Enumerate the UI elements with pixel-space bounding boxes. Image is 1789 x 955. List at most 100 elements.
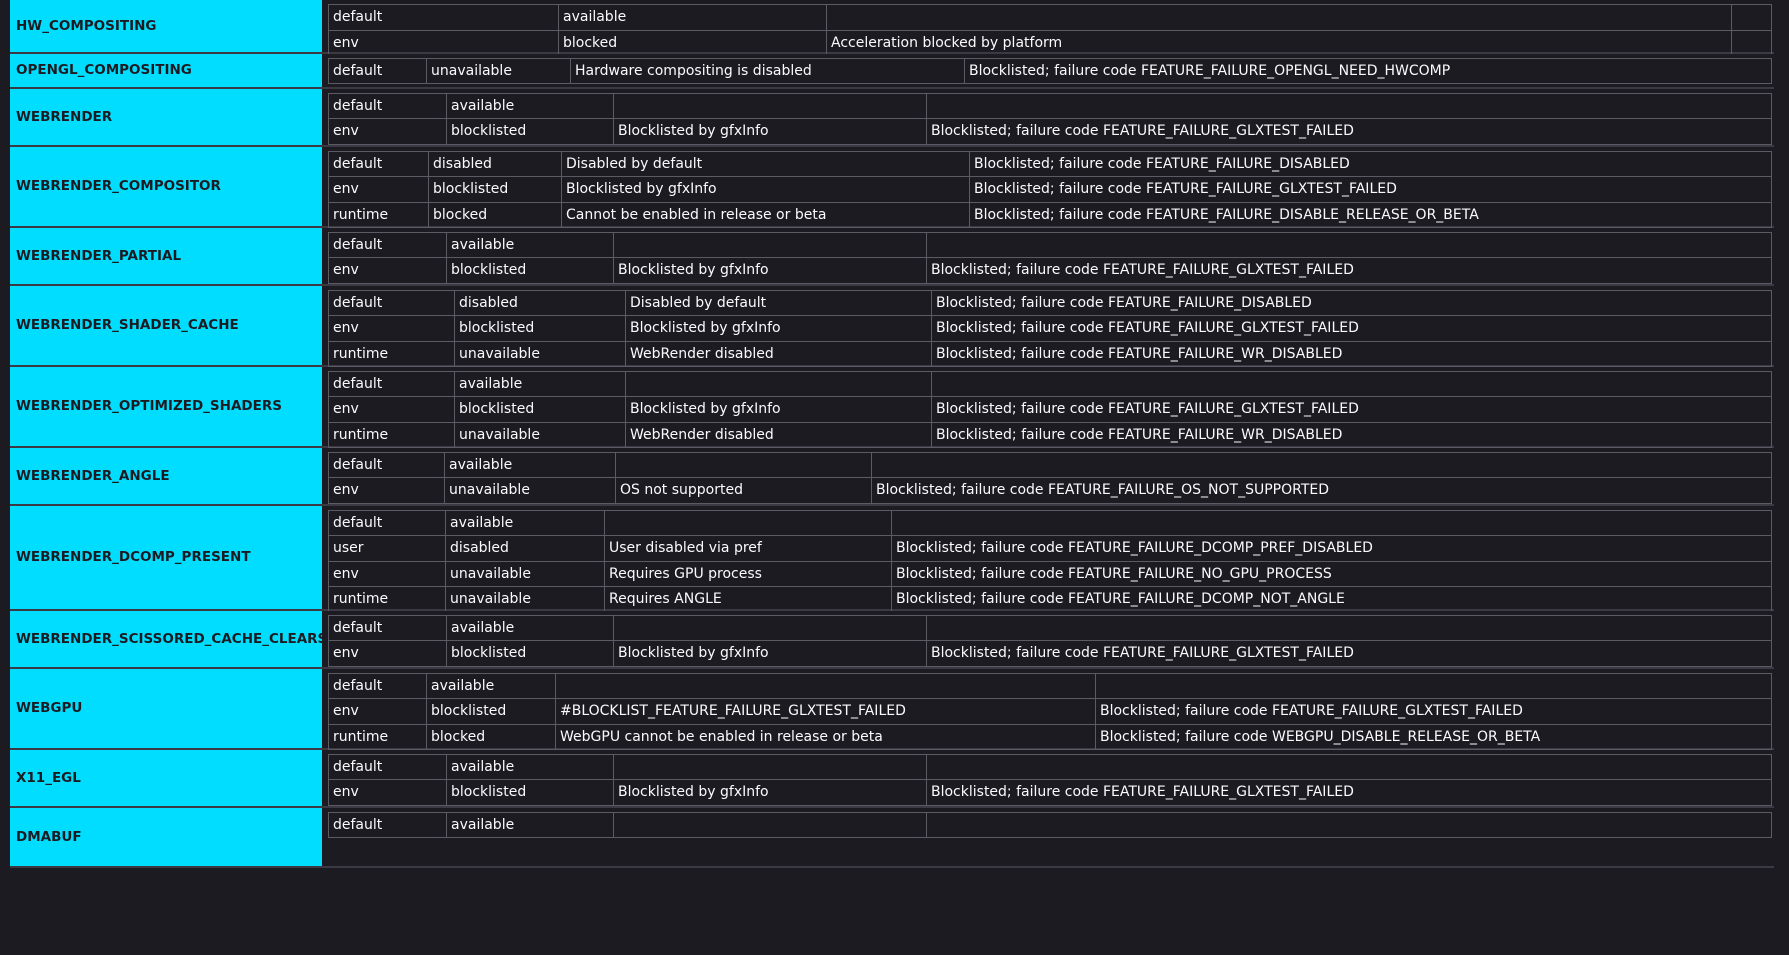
- feature-row: WEBRENDER_SHADER_CACHE default disabled Dis…: [10, 285, 1778, 368]
- log-type-cell: runtime: [328, 421, 455, 448]
- feature-log-table: default available: [328, 811, 1772, 839]
- log-message-cell: Blocklisted by gfxInfo: [613, 257, 927, 284]
- page-left-edge: [0, 0, 10, 955]
- log-message-cell: Blocklisted by gfxInfo: [613, 640, 927, 667]
- feature-row: WEBRENDER_COMPOSITOR default disabled Disab…: [10, 146, 1778, 228]
- log-type-cell: default: [328, 231, 447, 258]
- log-failure-cell: Blocklisted; failure code WEBGPU_DISABLE…: [1095, 723, 1772, 750]
- log-status-cell: available: [446, 231, 614, 258]
- log-entry-row: runtime blocked WebGPU cannot be enabled i…: [328, 723, 1772, 750]
- log-entry-row: env blocklisted Blocklisted by gfxInfo Bloc…: [328, 118, 1772, 145]
- feature-name: OPENGL_COMPOSITING: [10, 53, 322, 87]
- log-status-cell: available: [444, 451, 616, 478]
- feature-log: default available env unavailable OS not sup…: [322, 447, 1778, 504]
- feature-row: WEBRENDER_PARTIAL default available env bloc…: [10, 227, 1778, 286]
- log-failure-cell: [926, 753, 1772, 780]
- feature-log-table: default available env blocklisted Blockliste…: [328, 92, 1772, 145]
- feature-row: WEBRENDER_DCOMP_PRESENT default available u…: [10, 505, 1778, 613]
- log-entry-row: env unavailable OS not supported Blockliste…: [328, 477, 1772, 504]
- log-message-cell: Blocklisted by gfxInfo: [625, 315, 932, 342]
- log-type-cell: default: [328, 57, 427, 84]
- log-status-cell: blocklisted: [426, 698, 556, 725]
- log-status-cell: available: [426, 672, 556, 699]
- feature-log: default available env blocklisted #BLOCKLIST…: [322, 668, 1778, 750]
- log-entry-row: default available: [328, 370, 1772, 397]
- feature-name: WEBRENDER_COMPOSITOR: [10, 146, 322, 226]
- log-entry-row: default available: [328, 672, 1772, 699]
- log-message-cell: User disabled via pref: [604, 535, 892, 562]
- feature-name: WEBRENDER_PARTIAL: [10, 227, 322, 284]
- feature-log: default available env blocklisted Blockliste…: [322, 227, 1778, 284]
- log-message-cell: #BLOCKLIST_FEATURE_FAILURE_GLXTEST_FAILE…: [555, 698, 1096, 725]
- log-status-cell: blocklisted: [454, 315, 626, 342]
- feature-row: X11_EGL default available env blocklisted Blo…: [10, 749, 1778, 808]
- log-failure-cell: Blocklisted; failure code FEATURE_FAILUR…: [969, 176, 1772, 203]
- log-message-cell: [613, 92, 927, 119]
- log-entry-row: runtime blocked Cannot be enabled in relea…: [328, 201, 1772, 228]
- log-failure-cell: Blocklisted; failure code FEATURE_FAILUR…: [931, 289, 1772, 316]
- log-type-cell: runtime: [328, 586, 446, 613]
- log-message-cell: Cannot be enabled in release or beta: [561, 201, 970, 228]
- log-message-cell: Requires ANGLE: [604, 586, 892, 613]
- log-status-cell: unavailable: [445, 586, 605, 613]
- feature-log: default unavailable Hardware compositing i…: [322, 53, 1778, 87]
- feature-name: WEBRENDER_SCISSORED_CACHE_CLEARS: [10, 610, 322, 667]
- log-entry-row: default unavailable Hardware compositing i…: [328, 57, 1772, 84]
- log-status-cell: blocklisted: [446, 257, 614, 284]
- feature-name: WEBGPU: [10, 668, 322, 748]
- log-type-cell: default: [328, 614, 447, 641]
- log-status-cell: available: [445, 509, 605, 536]
- log-message-cell: Disabled by default: [625, 289, 932, 316]
- feature-log-table: default available env blocklisted Blockliste…: [328, 231, 1772, 284]
- feature-log-table: default available env blocklisted Blockliste…: [328, 370, 1772, 449]
- feature-log-table: default available env blocked Acceleration b…: [328, 4, 1772, 56]
- feature-log-table: default available user disabled User disable…: [328, 509, 1772, 613]
- feature-name: WEBRENDER: [10, 88, 322, 145]
- feature-log: default available: [322, 807, 1778, 866]
- log-message-cell: Blocklisted by gfxInfo: [613, 779, 927, 806]
- log-message-cell: [826, 4, 1732, 31]
- log-failure-cell: Blocklisted; failure code FEATURE_FAILUR…: [964, 57, 1772, 84]
- log-failure-cell: [891, 509, 1772, 536]
- log-failure-cell: Blocklisted; failure code FEATURE_FAILUR…: [931, 396, 1772, 423]
- log-entry-row: default disabled Disabled by default Blockl…: [328, 150, 1772, 177]
- log-failure-cell: [926, 811, 1772, 838]
- feature-log-table: default disabled Disabled by default Blockl…: [328, 289, 1772, 368]
- log-entry-row: runtime unavailable Requires ANGLE Blocklis…: [328, 586, 1772, 613]
- log-type-cell: env: [328, 560, 446, 587]
- log-type-cell: env: [328, 315, 455, 342]
- log-status-cell: blocked: [558, 29, 827, 56]
- log-type-cell: env: [328, 396, 455, 423]
- feature-name: WEBRENDER_OPTIMIZED_SHADERS: [10, 366, 322, 446]
- feature-row: WEBRENDER_ANGLE default available env unavai…: [10, 447, 1778, 506]
- log-entry-row: env unavailable Requires GPU process Blockl…: [328, 560, 1772, 587]
- log-type-cell: default: [328, 4, 559, 31]
- feature-log-table: default available env blocklisted Blockliste…: [328, 614, 1772, 667]
- log-message-cell: OS not supported: [615, 477, 872, 504]
- log-entry-row: default available: [328, 92, 1772, 119]
- log-message-cell: [604, 509, 892, 536]
- log-entry-row: default disabled Disabled by default Blockl…: [328, 289, 1772, 316]
- feature-log: default available env blocked Acceleration b…: [322, 0, 1778, 56]
- log-type-cell: env: [328, 29, 559, 56]
- log-entry-row: user disabled User disabled via pref Blockl…: [328, 535, 1772, 562]
- log-message-cell: WebRender disabled: [625, 421, 932, 448]
- log-message-cell: [613, 811, 927, 838]
- log-status-cell: blocklisted: [454, 396, 626, 423]
- log-failure-cell: [1731, 29, 1772, 56]
- feature-row: WEBRENDER_SCISSORED_CACHE_CLEARS default a…: [10, 610, 1778, 669]
- log-message-cell: Requires GPU process: [604, 560, 892, 587]
- log-failure-cell: Blocklisted; failure code FEATURE_FAILUR…: [1095, 698, 1772, 725]
- log-status-cell: unavailable: [454, 421, 626, 448]
- log-failure-cell: Blocklisted; failure code FEATURE_FAILUR…: [931, 315, 1772, 342]
- log-failure-cell: Blocklisted; failure code FEATURE_FAILUR…: [926, 118, 1772, 145]
- feature-log: default available env blocklisted Blockliste…: [322, 749, 1778, 806]
- log-status-cell: blocklisted: [446, 118, 614, 145]
- log-type-cell: env: [328, 176, 429, 203]
- feature-log: default available env blocklisted Blockliste…: [322, 88, 1778, 145]
- log-message-cell: Blocklisted by gfxInfo: [561, 176, 970, 203]
- log-entry-row: default available: [328, 231, 1772, 258]
- log-entry-row: env blocked Acceleration blocked by platfo…: [328, 29, 1772, 56]
- feature-row: OPENGL_COMPOSITING default unavailable Hard…: [10, 53, 1778, 89]
- log-message-cell: [613, 753, 927, 780]
